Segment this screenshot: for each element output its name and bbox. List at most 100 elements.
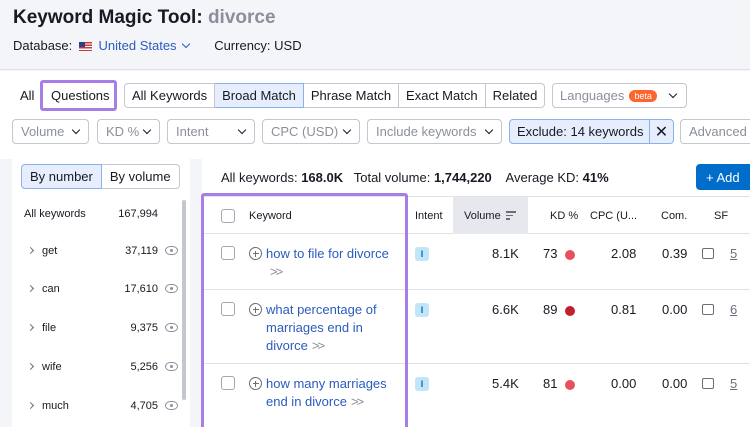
checkbox[interactable] <box>221 208 235 223</box>
database-selector[interactable]: United States <box>98 38 190 53</box>
include-keywords-filter[interactable]: Include keywords <box>367 119 502 144</box>
beta-badge: beta <box>629 89 657 102</box>
tab-label: Phrase Match <box>310 88 392 103</box>
add-keyword-icon[interactable] <box>249 303 262 316</box>
groups-scrollbar[interactable] <box>182 200 186 400</box>
us-flag-icon <box>78 42 92 51</box>
kd-filter[interactable]: KD % <box>97 119 160 144</box>
competition-value: 0.00 <box>662 302 688 317</box>
volume-filter[interactable]: Volume <box>12 119 89 144</box>
advanced-filters[interactable]: Advanced <box>680 119 750 144</box>
summary-label: All keywords: <box>221 170 298 185</box>
tool-title: Keyword Magic Tool: <box>13 7 203 28</box>
group-label: wife <box>42 361 62 373</box>
filter-label: Intent <box>176 124 209 139</box>
chevron-right-icon[interactable] <box>26 401 35 410</box>
keyword-groups-panel: By number By volume All keywords 167,994… <box>12 158 190 427</box>
tab-all[interactable]: All <box>13 83 42 108</box>
tab-questions[interactable]: Questions <box>44 83 117 108</box>
row-checkbox[interactable] <box>221 302 235 316</box>
table-row: how to file for divorce >> I 8.1K 73 2.08… <box>202 234 750 290</box>
group-row[interactable]: get 37,119 <box>12 241 190 261</box>
header-intent[interactable]: Intent <box>415 197 443 234</box>
header-volume[interactable]: Volume <box>453 197 528 234</box>
cpc-value: 0.00 <box>611 376 637 391</box>
serp-feature-icon[interactable] <box>702 248 714 259</box>
row-checkbox[interactable] <box>221 246 235 260</box>
tab-phrase-match[interactable]: Phrase Match <box>303 83 400 108</box>
summary-value: 168.0K <box>301 170 344 185</box>
query-text: divorce <box>207 7 276 28</box>
kd-indicator <box>565 380 575 390</box>
serp-feature-count[interactable]: 5 <box>730 376 737 391</box>
chevron-right-icon[interactable] <box>26 362 35 371</box>
header-label: Com. <box>661 209 688 222</box>
exclude-label: Exclude: 14 keywords <box>517 124 644 139</box>
serp-feature-count[interactable]: 6 <box>730 302 737 317</box>
cpc-value: 0.81 <box>611 302 637 317</box>
serp-feature-icon[interactable] <box>702 304 714 315</box>
tab-related[interactable]: Related <box>485 83 546 108</box>
competition-value: 0.00 <box>662 376 688 391</box>
header-serp-features[interactable]: SF <box>714 197 728 234</box>
database-value: United States <box>98 38 177 53</box>
add-keyword-icon[interactable] <box>249 247 262 260</box>
keyword-link[interactable]: what percentage of marriages end in divo… <box>266 301 398 355</box>
eye-icon[interactable] <box>165 323 178 332</box>
chevron-down-icon <box>484 125 494 135</box>
exclude-keywords-filter[interactable]: Exclude: 14 keywords ✕ <box>509 119 674 144</box>
header-keyword[interactable]: Keyword <box>249 197 292 234</box>
eye-icon[interactable] <box>165 401 178 410</box>
keyword-link[interactable]: how to file for divorce >> <box>266 245 398 281</box>
chevron-right-icon[interactable] <box>26 246 35 255</box>
header-kd[interactable]: KD % <box>550 197 578 234</box>
tab-all-keywords[interactable]: All Keywords <box>124 83 216 108</box>
languages-label: Languages <box>560 88 625 103</box>
tab-broad-match[interactable]: Broad Match <box>215 83 304 108</box>
serp-feature-icon[interactable] <box>702 378 714 389</box>
add-keyword-icon[interactable] <box>249 377 262 390</box>
group-row[interactable]: wife 5,256 <box>12 357 190 377</box>
chevron-right-icon[interactable] <box>26 323 35 332</box>
kd-indicator <box>565 250 575 260</box>
eye-icon[interactable] <box>165 284 178 293</box>
by-number-button[interactable]: By number <box>21 164 102 189</box>
tab-label: Related <box>492 88 538 103</box>
group-row[interactable]: much 4,705 <box>12 396 190 416</box>
select-all-checkbox[interactable] <box>221 197 235 234</box>
keyword-link[interactable]: how many marriages end in divorce >> <box>266 375 398 411</box>
summary-label: Average KD: <box>505 170 579 185</box>
volume-value: 5.4K <box>492 376 519 391</box>
double-chevron-icon[interactable]: >> <box>312 338 325 353</box>
group-row[interactable]: file 9,375 <box>12 318 190 338</box>
eye-icon[interactable] <box>165 362 178 371</box>
group-sort-toggle: By number By volume <box>21 164 180 189</box>
group-label: much <box>42 400 69 412</box>
filter-label: Include keywords <box>376 124 477 139</box>
header-competition[interactable]: Com. <box>661 197 687 234</box>
by-volume-button[interactable]: By volume <box>101 164 180 189</box>
cpc-filter[interactable]: CPC (USD) <box>262 119 360 144</box>
volume-value: 8.1K <box>492 246 519 261</box>
header-cpc[interactable]: CPC (U... <box>590 197 637 234</box>
intent-filter[interactable]: Intent <box>167 119 255 144</box>
serp-feature-count[interactable]: 5 <box>730 246 737 261</box>
tab-label: All Keywords <box>132 88 208 103</box>
close-icon[interactable]: ✕ <box>649 120 673 143</box>
add-to-list-button[interactable]: + Add <box>696 164 750 190</box>
languages-dropdown[interactable]: Languages beta <box>552 83 687 108</box>
group-label: get <box>42 245 58 257</box>
double-chevron-icon[interactable]: >> <box>351 394 364 409</box>
chevron-down-icon <box>71 125 81 135</box>
row-checkbox[interactable] <box>221 376 235 390</box>
page-title: Keyword Magic Tool: divorce <box>13 7 276 29</box>
eye-icon[interactable] <box>165 246 178 255</box>
all-keywords-group[interactable]: All keywords 167,994 <box>12 204 190 224</box>
group-label: file <box>42 322 57 334</box>
tab-exact-match[interactable]: Exact Match <box>399 83 486 108</box>
group-count: 4,705 <box>130 400 158 412</box>
group-row[interactable]: can 17,610 <box>12 279 190 299</box>
toggle-label: By volume <box>109 169 171 184</box>
double-chevron-icon[interactable]: >> <box>270 264 283 279</box>
chevron-right-icon[interactable] <box>26 284 35 293</box>
